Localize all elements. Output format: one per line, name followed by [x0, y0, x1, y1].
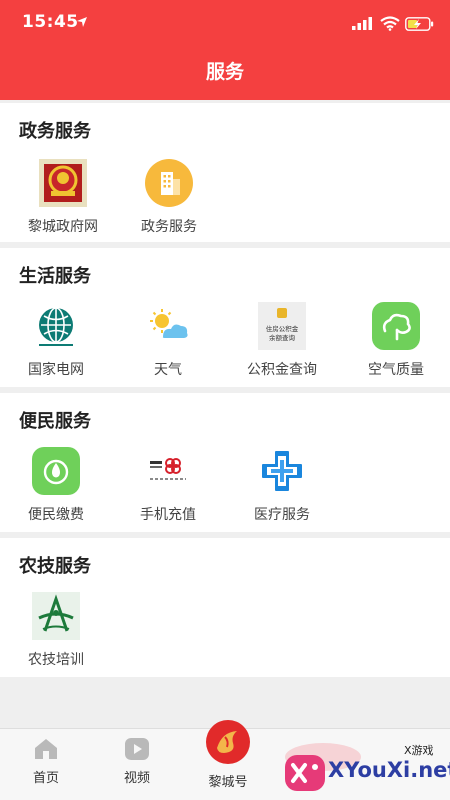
service-medical[interactable]: 医疗服务: [226, 446, 338, 524]
service-government-affairs[interactable]: 政务服务: [113, 158, 225, 236]
service-air-quality[interactable]: 空气质量: [340, 301, 450, 379]
service-agri-training[interactable]: 农技培训: [0, 591, 112, 669]
section-convenience: 便民服务 便民缴费 手机充值 医疗服务: [0, 393, 450, 532]
service-label: 国家电网: [28, 362, 84, 378]
weather-icon: [150, 309, 188, 338]
app-header: 15:45 服务: [0, 0, 450, 100]
battery-charging-icon: [405, 17, 434, 31]
service-housing-fund[interactable]: 住房公积金 余额查询 公积金查询: [226, 301, 338, 379]
housing-fund-line2: 余额查询: [269, 333, 296, 342]
play-video-icon: [125, 738, 149, 760]
service-label: 天气: [154, 362, 182, 378]
state-grid-icon: [39, 307, 73, 346]
status-time: 15:45: [22, 12, 79, 32]
china-unicom-icon: [144, 447, 192, 495]
tab-label: 首页: [32, 771, 59, 786]
service-label: 农技培训: [28, 652, 84, 668]
tab-label: 视频: [123, 771, 150, 786]
section-agriculture: 农技服务 农技培训: [0, 538, 450, 677]
tab-home[interactable]: 首页: [11, 737, 81, 786]
service-label: 手机充值: [140, 507, 196, 523]
government-emblem-icon: [39, 159, 87, 207]
medical-cross-icon: [262, 451, 302, 491]
tab-licheng-hao[interactable]: 黎城号: [193, 719, 263, 790]
service-label: 便民缴费: [28, 507, 84, 523]
service-label: 黎城政府网: [28, 219, 98, 235]
location-arrow-icon: [77, 17, 87, 27]
tab-video[interactable]: 视频: [102, 737, 172, 786]
status-bar: 15:45: [0, 8, 450, 38]
home-icon: [35, 739, 57, 759]
housing-fund-line1: 住房公积金: [266, 324, 299, 333]
air-quality-icon: [372, 302, 420, 350]
service-licheng-gov-site[interactable]: 黎城政府网: [7, 158, 119, 236]
building-icon: [145, 159, 193, 207]
watermark-site: XYouXi.net: [328, 758, 450, 782]
section-title: 生活服务: [19, 266, 91, 287]
service-label: 空气质量: [368, 362, 424, 378]
section-title: 政务服务: [19, 121, 91, 142]
service-label: 政务服务: [141, 219, 197, 235]
service-phone-topup[interactable]: 手机充值: [112, 446, 224, 524]
agri-training-icon: [32, 592, 80, 640]
housing-fund-icon: 住房公积金 余额查询: [258, 302, 306, 350]
watermark-tag: X游戏: [404, 744, 434, 757]
service-convenient-payment[interactable]: 便民缴费: [0, 446, 112, 524]
cellular-signal-icon: [352, 17, 372, 30]
service-weather[interactable]: 天气: [112, 301, 224, 379]
section-title: 农技服务: [19, 556, 91, 577]
section-title: 便民服务: [19, 411, 91, 432]
page-title: 服务: [205, 61, 244, 83]
payment-icon: [32, 447, 80, 495]
service-state-grid[interactable]: 国家电网: [0, 301, 112, 379]
section-government: 政务服务 黎城政府网 政务服务: [0, 103, 450, 242]
wifi-icon: [380, 16, 400, 31]
tab-label: 黎城号: [208, 775, 248, 790]
licheng-logo-icon: [206, 720, 250, 764]
section-life: 生活服务 国家电网 天气 住房公积金 余额查询 公积金查询 空气质量: [0, 248, 450, 387]
service-label: 公积金查询: [247, 362, 317, 378]
service-label: 医疗服务: [254, 507, 310, 523]
